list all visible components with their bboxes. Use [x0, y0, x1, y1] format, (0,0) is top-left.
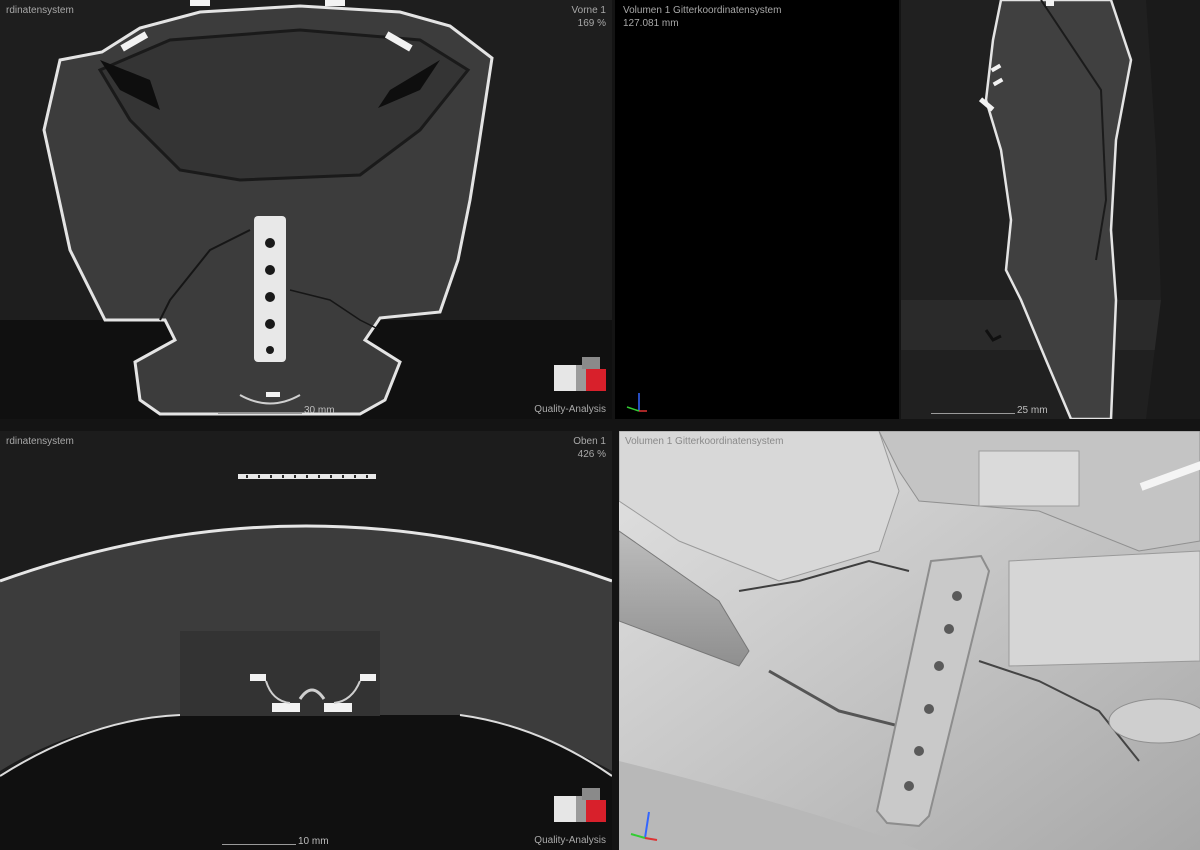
- top-slice-image: [0, 431, 612, 850]
- front-brand-label: Quality-Analysis: [534, 404, 606, 415]
- axis-triad-icon[interactable]: [627, 804, 661, 844]
- volume-viewport-title: Volumen 1 Gitterkoordinatensystem: [623, 5, 782, 16]
- top-scale-label: 10 mm: [298, 836, 329, 847]
- scalebar-line: [931, 413, 1015, 414]
- scalebar-line: [218, 413, 302, 414]
- front-zoom-level: 169 %: [577, 18, 606, 29]
- viewport-side[interactable]: 25 mm: [901, 0, 1200, 419]
- volume-viewport-info: Volumen 1 Gitterkoordinatensystem 127.08…: [623, 4, 781, 30]
- view-cube-icon[interactable]: [552, 786, 608, 826]
- viewport-render[interactable]: Volumen 1 Gitterkoordinatensystem: [619, 431, 1200, 850]
- top-zoom-level: 426 %: [577, 449, 606, 460]
- front-viewport-title: rdinatensystem: [6, 5, 74, 16]
- scalebar-line: [222, 844, 296, 845]
- side-scale-label: 25 mm: [1017, 405, 1048, 416]
- front-slice-image: [0, 0, 612, 419]
- render-viewport-title: Volumen 1 Gitterkoordinatensystem: [625, 436, 784, 447]
- viewport-front[interactable]: rdinatensystem Vorne 1 169 % 30 mm Quali…: [0, 0, 612, 419]
- top-scalebar: 10 mm: [222, 836, 329, 847]
- top-brand-label: Quality-Analysis: [534, 835, 606, 846]
- front-viewport-info: Vorne 1 169 %: [572, 4, 606, 30]
- top-viewport-title: rdinatensystem: [6, 436, 74, 447]
- volume-measurement: 127.081 mm: [623, 18, 679, 29]
- axis-triad-icon[interactable]: [621, 389, 651, 415]
- side-slice-image: [901, 0, 1200, 419]
- top-viewport-info: Oben 1 426 %: [573, 435, 606, 461]
- front-scalebar: 30 mm: [218, 405, 335, 416]
- top-view-name: Oben 1: [573, 436, 606, 447]
- viewport-volume[interactable]: Volumen 1 Gitterkoordinatensystem 127.08…: [615, 0, 899, 419]
- viewport-top[interactable]: rdinatensystem Oben 1 426 % 10 mm Qualit…: [0, 431, 612, 850]
- view-cube-icon[interactable]: [552, 355, 608, 395]
- front-scale-label: 30 mm: [304, 405, 335, 416]
- front-view-name: Vorne 1: [571, 5, 606, 16]
- render-3d-image: [619, 431, 1200, 850]
- side-scalebar: 25 mm: [931, 405, 1048, 416]
